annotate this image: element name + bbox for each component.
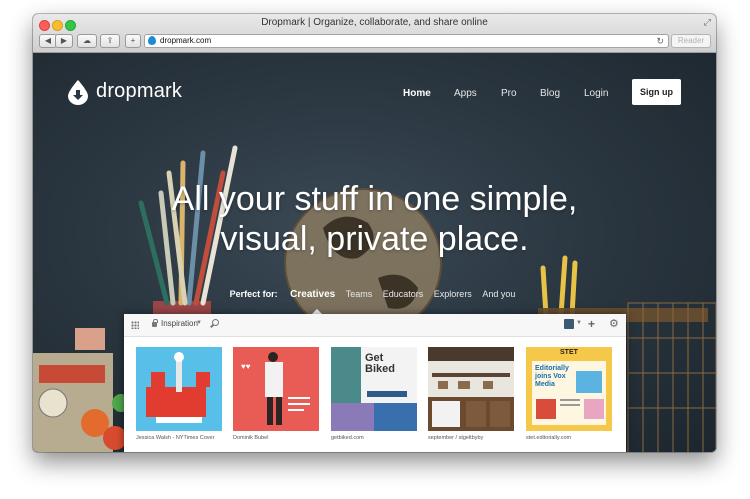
chevron-down-icon[interactable]: ▼ xyxy=(196,320,202,326)
perfect-for-bar: Perfect for: Creatives Teams Educators E… xyxy=(33,289,716,300)
perfect-for-educators[interactable]: Educators xyxy=(383,289,424,299)
chevron-down-icon[interactable]: ▼ xyxy=(576,320,582,326)
collection-preview: Inspiration ▼ ▼ + ⚙ Jessica Walsh - NYTi… xyxy=(124,314,626,452)
logo-text[interactable]: dropmark xyxy=(96,80,182,103)
share-button[interactable]: ⇪ xyxy=(100,34,120,48)
collection-item-thumbnail[interactable]: Get Biked xyxy=(331,347,417,431)
hero-section: dropmark Home Apps Pro Blog Login Sign u… xyxy=(33,53,716,452)
perfect-for-explorers[interactable]: Explorers xyxy=(434,289,472,299)
nav-blog[interactable]: Blog xyxy=(540,88,560,99)
signup-button[interactable]: Sign up xyxy=(632,79,681,105)
plus-icon[interactable]: + xyxy=(588,317,595,331)
site-favicon-icon xyxy=(148,36,156,45)
nav-pro[interactable]: Pro xyxy=(501,88,517,99)
hero-headline: All your stuff in one simple, visual, pr… xyxy=(33,179,716,259)
svg-text:♥♥: ♥♥ xyxy=(241,362,251,371)
forward-button[interactable]: ▶ xyxy=(55,34,73,48)
title-bar: Dropmark | Organize, collaborate, and sh… xyxy=(33,14,716,53)
chevron-right-icon: ▶ xyxy=(60,36,68,45)
thumbnail-image xyxy=(526,347,612,431)
reload-icon[interactable]: ↻ xyxy=(656,35,664,47)
perfect-for-label: Perfect for: xyxy=(229,289,278,299)
add-bookmark-button[interactable]: + xyxy=(125,34,141,48)
chevron-left-icon: ◀ xyxy=(44,36,52,45)
thumbnail-image xyxy=(428,347,514,431)
thumbnail-image: ♥♥ xyxy=(233,347,319,431)
item-caption: stet.editorially.com xyxy=(526,435,572,441)
nav-apps[interactable]: Apps xyxy=(454,88,477,99)
search-icon[interactable] xyxy=(212,319,219,326)
headline-line-1: All your stuff in one simple, xyxy=(171,180,578,218)
nav-home[interactable]: Home xyxy=(403,88,431,99)
item-caption: Jessica Walsh - NYTimes Cover xyxy=(136,435,215,441)
fullscreen-icon[interactable]: ⤢ xyxy=(704,17,711,28)
collection-item-thumbnail[interactable]: STET Editorially joins Vox Media xyxy=(526,347,612,431)
reader-button[interactable]: Reader xyxy=(671,34,711,48)
thumbnail-title: Get Biked xyxy=(365,352,395,375)
address-bar[interactable]: dropmark.com ↻ xyxy=(144,34,669,48)
collection-name[interactable]: Inspiration xyxy=(161,319,198,328)
collection-item-thumbnail[interactable] xyxy=(136,347,222,431)
perfect-for-and-you[interactable]: And you xyxy=(482,289,515,299)
gear-icon[interactable]: ⚙ xyxy=(609,317,619,330)
icloud-tabs-button[interactable]: ☁ xyxy=(77,34,97,48)
headline-line-2: visual, private place. xyxy=(220,220,529,258)
collection-item-thumbnail[interactable]: ♥♥ xyxy=(233,347,319,431)
item-caption: september / stgeltbyby xyxy=(428,435,484,441)
window-title: Dropmark | Organize, collaborate, and sh… xyxy=(261,17,488,28)
plus-icon: + xyxy=(130,36,136,45)
collection-item-thumbnail[interactable] xyxy=(428,347,514,431)
item-caption: getbiked.com xyxy=(331,435,364,441)
collection-toolbar: Inspiration ▼ ▼ + ⚙ xyxy=(124,314,626,337)
lock-icon xyxy=(152,319,158,327)
nav-login[interactable]: Login xyxy=(584,88,608,99)
perfect-for-teams[interactable]: Teams xyxy=(346,289,373,299)
url-text: dropmark.com xyxy=(160,36,212,45)
thumbnail-badge: STET xyxy=(560,349,578,356)
dropmark-logo-icon xyxy=(68,80,88,105)
thumbnail-image xyxy=(136,347,222,431)
browser-window: Dropmark | Organize, collaborate, and sh… xyxy=(33,14,716,452)
perfect-for-creatives[interactable]: Creatives xyxy=(290,289,335,300)
avatar[interactable] xyxy=(564,319,574,329)
cloud-icon: ☁ xyxy=(83,36,91,45)
thumbnail-title: Editorially joins Vox Media xyxy=(535,365,569,388)
share-icon: ⇪ xyxy=(106,36,114,45)
grid-icon[interactable] xyxy=(131,321,139,329)
item-caption: Dominik Bubel xyxy=(233,435,269,441)
